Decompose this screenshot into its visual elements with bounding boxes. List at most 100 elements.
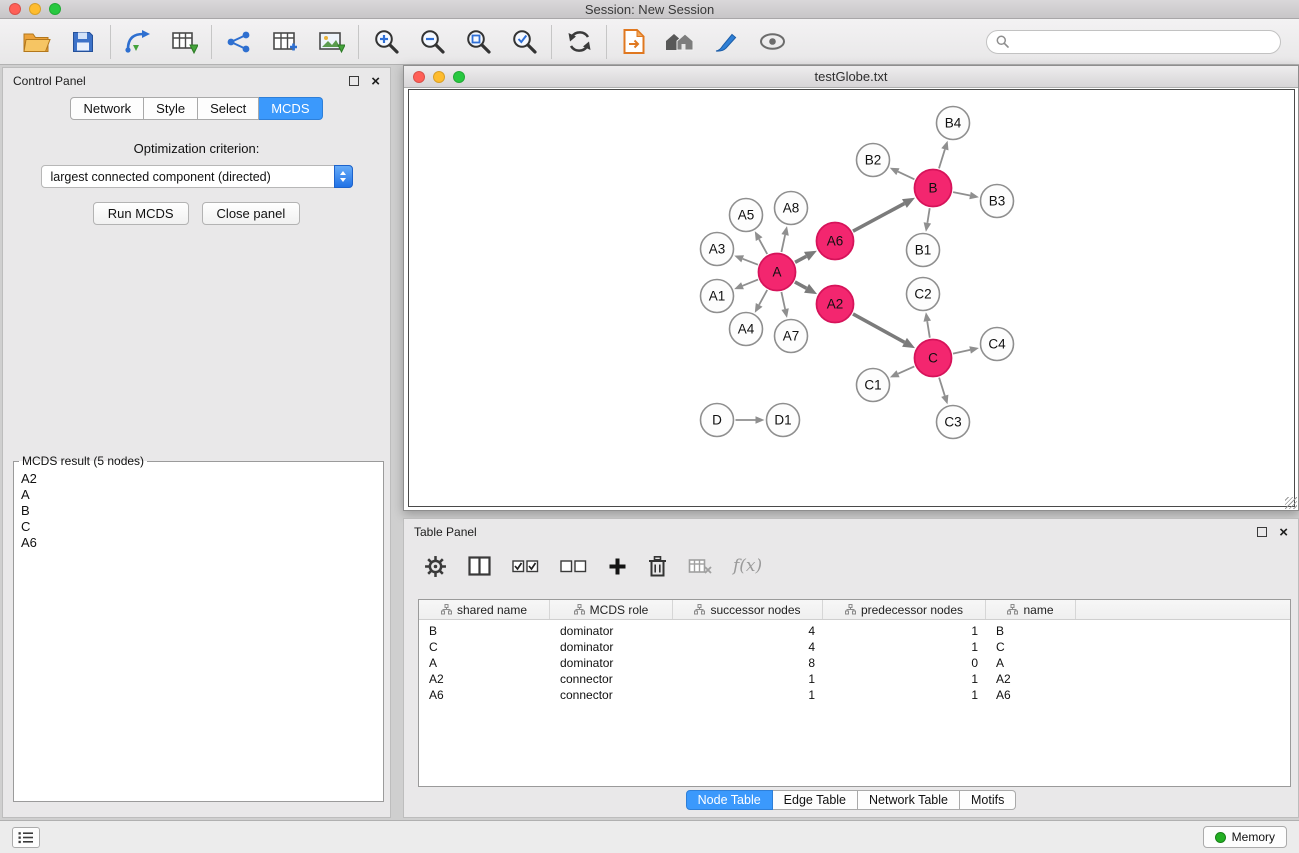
deselect-all-icon[interactable] — [560, 558, 587, 574]
network-edge-A-A8[interactable] — [781, 235, 785, 252]
network-node-A5[interactable]: A5 — [730, 199, 763, 232]
import-network-icon[interactable] — [120, 25, 156, 59]
result-item[interactable]: A — [16, 487, 381, 503]
tab-network-table[interactable]: Network Table — [858, 790, 960, 810]
network-overview-home-icon[interactable] — [662, 25, 698, 59]
fullscreen-window-button[interactable] — [49, 3, 61, 15]
apply-layout-document-icon[interactable] — [616, 25, 652, 59]
table-row[interactable]: Adominator80A — [419, 655, 1290, 671]
column-header-MCDS-role[interactable]: MCDS role — [550, 600, 673, 619]
run-mcds-button[interactable]: Run MCDS — [93, 202, 189, 225]
zoom-selected-icon[interactable] — [506, 25, 542, 59]
tab-node-table[interactable]: Node Table — [686, 790, 773, 810]
network-edge-A-A6[interactable] — [795, 256, 806, 262]
network-edge-A6-B[interactable] — [853, 204, 904, 232]
show-details-eye-icon[interactable] — [754, 25, 790, 59]
minimize-view-button[interactable] — [433, 71, 445, 83]
close-panel-icon[interactable]: × — [371, 74, 380, 89]
network-edge-C-C3[interactable] — [939, 378, 945, 396]
maximize-view-button[interactable] — [453, 71, 465, 83]
network-edge-A-A5[interactable] — [759, 239, 767, 254]
network-node-A3[interactable]: A3 — [701, 233, 734, 266]
network-node-B2[interactable]: B2 — [857, 144, 890, 177]
network-icon[interactable] — [221, 25, 257, 59]
search-box[interactable] — [986, 30, 1281, 54]
network-edge-A-A1[interactable] — [743, 280, 759, 286]
table-row[interactable]: Cdominator41C — [419, 639, 1290, 655]
table-settings-gear-icon[interactable] — [424, 555, 447, 578]
close-table-panel-icon[interactable]: × — [1279, 525, 1288, 540]
network-node-A1[interactable]: A1 — [701, 280, 734, 313]
zoom-fit-icon[interactable] — [460, 25, 496, 59]
network-node-B4[interactable]: B4 — [937, 107, 970, 140]
network-node-C4[interactable]: C4 — [981, 328, 1014, 361]
column-header-successor-nodes[interactable]: successor nodes — [673, 600, 823, 619]
search-input[interactable] — [1015, 34, 1271, 49]
network-edge-A-A2[interactable] — [795, 282, 807, 288]
network-edge-C-C4[interactable] — [953, 350, 970, 354]
network-node-C3[interactable]: C3 — [937, 406, 970, 439]
network-node-C1[interactable]: C1 — [857, 369, 890, 402]
new-table-icon[interactable] — [267, 25, 303, 59]
open-session-icon[interactable] — [19, 25, 55, 59]
import-table-icon[interactable] — [166, 25, 202, 59]
result-item[interactable]: C — [16, 519, 381, 535]
table-row[interactable]: A6connector11A6 — [419, 687, 1290, 703]
network-edge-B-B4[interactable] — [939, 149, 945, 168]
network-node-C[interactable]: C — [915, 340, 952, 377]
network-edge-C-C2[interactable] — [927, 321, 930, 338]
network-edge-A-A7[interactable] — [781, 292, 785, 309]
style-brush-icon[interactable] — [708, 25, 744, 59]
tab-mcds[interactable]: MCDS — [259, 97, 322, 120]
network-edge-C-C1[interactable] — [898, 366, 914, 373]
tab-style[interactable]: Style — [144, 97, 198, 120]
refresh-icon[interactable] — [561, 25, 597, 59]
network-edge-A2-C[interactable] — [853, 314, 905, 342]
add-column-plus-icon[interactable] — [608, 557, 627, 576]
network-node-C2[interactable]: C2 — [907, 278, 940, 311]
function-builder-fx-icon[interactable]: f(x) — [733, 556, 762, 576]
tab-motifs[interactable]: Motifs — [960, 790, 1016, 810]
tab-network[interactable]: Network — [70, 97, 144, 120]
delete-column-trash-icon[interactable] — [648, 555, 667, 577]
zoom-out-icon[interactable] — [414, 25, 450, 59]
memory-button[interactable]: Memory — [1203, 826, 1287, 848]
network-edge-A-A4[interactable] — [759, 290, 767, 305]
close-mcds-panel-button[interactable]: Close panel — [202, 202, 301, 225]
close-view-button[interactable] — [413, 71, 425, 83]
minimize-window-button[interactable] — [29, 3, 41, 15]
network-edge-B-B3[interactable] — [953, 192, 970, 195]
result-item[interactable]: A2 — [16, 471, 381, 487]
float-panel-icon[interactable] — [349, 76, 359, 86]
export-image-icon[interactable] — [313, 25, 349, 59]
result-item[interactable]: A6 — [16, 535, 381, 551]
network-node-A4[interactable]: A4 — [730, 313, 763, 346]
result-item[interactable]: B — [16, 503, 381, 519]
close-window-button[interactable] — [9, 3, 21, 15]
network-node-B3[interactable]: B3 — [981, 185, 1014, 218]
column-header-shared-name[interactable]: shared name — [419, 600, 550, 619]
network-node-A[interactable]: A — [759, 254, 796, 291]
show-columns-icon[interactable] — [468, 556, 491, 576]
network-node-A8[interactable]: A8 — [775, 192, 808, 225]
select-all-icon[interactable] — [512, 558, 539, 574]
network-edge-A-A3[interactable] — [743, 259, 758, 265]
delete-table-icon[interactable] — [688, 557, 712, 575]
network-node-A7[interactable]: A7 — [775, 320, 808, 353]
save-session-icon[interactable] — [65, 25, 101, 59]
table-row[interactable]: A2connector11A2 — [419, 671, 1290, 687]
network-node-A2[interactable]: A2 — [817, 286, 854, 323]
zoom-in-icon[interactable] — [368, 25, 404, 59]
network-edge-B-B2[interactable] — [898, 172, 915, 180]
tab-edge-table[interactable]: Edge Table — [773, 790, 858, 810]
network-node-B1[interactable]: B1 — [907, 234, 940, 267]
network-edge-B-B1[interactable] — [927, 208, 929, 223]
network-node-B[interactable]: B — [915, 170, 952, 207]
network-node-D1[interactable]: D1 — [767, 404, 800, 437]
column-header-predecessor-nodes[interactable]: predecessor nodes — [823, 600, 986, 619]
network-canvas[interactable]: B4B2BB3A5A8A6B1A3AC2A1A2A4A7C4CC1C3DD1 — [409, 90, 1294, 506]
tab-select[interactable]: Select — [198, 97, 259, 120]
float-table-panel-icon[interactable] — [1257, 527, 1267, 537]
show-panels-list-icon[interactable] — [12, 827, 40, 848]
network-node-A6[interactable]: A6 — [817, 223, 854, 260]
